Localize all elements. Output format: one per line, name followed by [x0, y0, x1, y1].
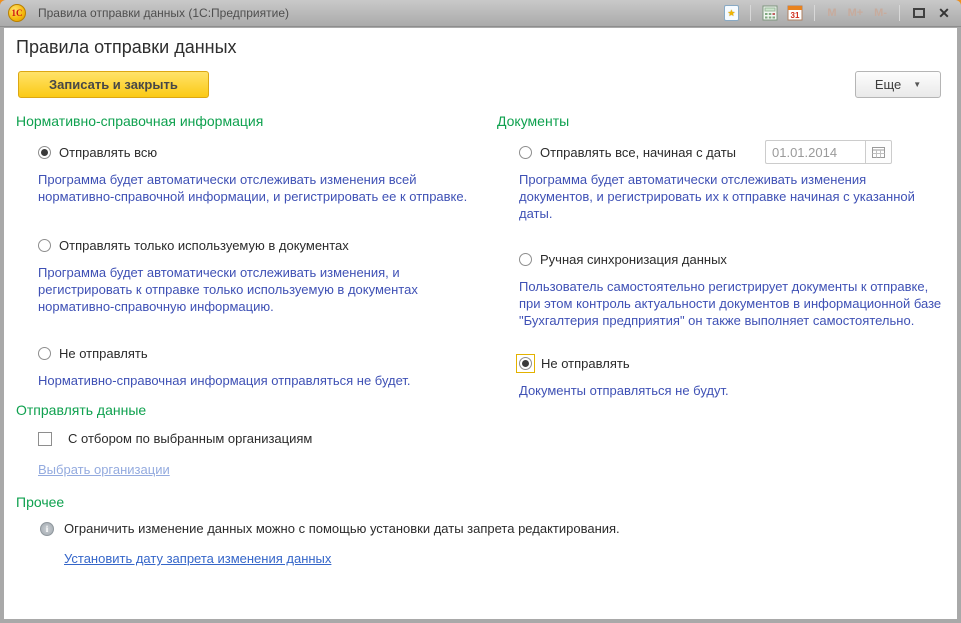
other-header: Прочее [16, 494, 468, 510]
checkbox-filter-by-organizations[interactable]: С отбором по выбранным организациям [16, 431, 468, 446]
radio-option-nsi-none[interactable]: Не отправлять [16, 346, 468, 361]
nsi-send-used-description: Программа будет автоматически отслеживат… [16, 264, 468, 315]
start-date-field-group [765, 140, 892, 164]
focus-ring [516, 354, 535, 373]
info-note: i Ограничить изменение данных можно с по… [16, 521, 468, 536]
docs-manual-description: Пользователь самостоятельно регистрирует… [497, 278, 943, 329]
radio-option-docs-none[interactable]: Не отправлять [497, 356, 943, 371]
radio-option-nsi-send-used[interactable]: Отправлять только используемую в докумен… [16, 238, 468, 253]
memory-minus-button: М- [872, 7, 889, 19]
memory-plus-button: М+ [846, 7, 866, 19]
info-icon: i [40, 522, 54, 536]
calendar-grid-icon [872, 147, 885, 158]
nsi-section: Нормативно-справочная информация Отправл… [16, 113, 468, 568]
titlebar-separator [814, 5, 815, 21]
nsi-header: Нормативно-справочная информация [16, 113, 468, 129]
info-note-text: Ограничить изменение данных можно с помо… [64, 521, 620, 536]
radio-icon[interactable] [38, 146, 51, 159]
calendar-button[interactable]: 31 [786, 4, 804, 22]
date-picker-button[interactable] [865, 140, 892, 164]
maximize-icon [913, 8, 925, 18]
memory-recall-button: М [825, 7, 838, 19]
radio-label[interactable]: Ручная синхронизация данных [540, 252, 727, 267]
docs-none-description: Документы отправляться не будут. [497, 382, 943, 399]
radio-icon[interactable] [38, 239, 51, 252]
close-button[interactable]: ✕ [935, 4, 953, 22]
radio-label[interactable]: Не отправлять [59, 346, 148, 361]
calendar-icon: 31 [787, 5, 803, 21]
radio-option-docs-manual[interactable]: Ручная синхронизация данных [497, 252, 943, 267]
radio-icon[interactable] [38, 347, 51, 360]
radio-icon[interactable] [519, 146, 532, 159]
chevron-down-icon: ▼ [913, 80, 921, 89]
radio-label[interactable]: Отправлять только используемую в докумен… [59, 238, 349, 253]
docs-from-date-description: Программа будет автоматически отслеживат… [497, 171, 943, 222]
calculator-button[interactable] [761, 4, 779, 22]
calculator-icon [762, 5, 778, 21]
radio-icon[interactable] [519, 357, 532, 370]
radio-option-docs-from-date[interactable]: Отправлять все, начиная с даты [497, 145, 943, 160]
close-icon: ✕ [938, 6, 950, 20]
start-date-input[interactable] [765, 140, 865, 164]
titlebar-buttons: ★ 31 М М+ М- [722, 4, 953, 22]
favorites-button[interactable]: ★ [722, 4, 740, 22]
window-title: Правила отправки данных (1С:Предприятие) [38, 6, 289, 20]
title-bar: 1С Правила отправки данных (1С:Предприят… [0, 0, 961, 27]
more-button-label: Еще [875, 77, 901, 92]
save-and-close-button[interactable]: Записать и закрыть [18, 71, 209, 98]
form-content: Правила отправки данных Записать и закры… [4, 28, 957, 619]
titlebar-separator [750, 5, 751, 21]
svg-text:31: 31 [791, 11, 800, 20]
more-button[interactable]: Еще ▼ [855, 71, 941, 98]
titlebar-separator [899, 5, 900, 21]
radio-label[interactable]: Отправлять все, начиная с даты [540, 145, 736, 160]
select-organizations-link[interactable]: Выбрать организации [38, 462, 170, 477]
set-restriction-date-link[interactable]: Установить дату запрета изменения данных [64, 551, 331, 566]
1c-logo-icon[interactable]: 1С [8, 4, 26, 22]
checkbox-icon[interactable] [38, 432, 52, 446]
send-data-header: Отправлять данные [16, 402, 468, 418]
page-title: Правила отправки данных [16, 37, 237, 58]
app-window: 1С Правила отправки данных (1С:Предприят… [0, 0, 961, 623]
radio-option-nsi-send-all[interactable]: Отправлять всю [16, 145, 468, 160]
radio-label[interactable]: Не отправлять [541, 356, 630, 371]
documents-section: Документы Отправлять все, начиная с даты [497, 113, 943, 399]
radio-label[interactable]: Отправлять всю [59, 145, 157, 160]
nsi-send-all-description: Программа будет автоматически отслеживат… [16, 171, 468, 205]
star-document-icon: ★ [724, 5, 739, 21]
checkbox-label[interactable]: С отбором по выбранным организациям [68, 431, 312, 446]
maximize-button[interactable] [910, 4, 928, 22]
documents-header: Документы [497, 113, 943, 129]
nsi-none-description: Нормативно-справочная информация отправл… [16, 372, 468, 389]
radio-icon[interactable] [519, 253, 532, 266]
